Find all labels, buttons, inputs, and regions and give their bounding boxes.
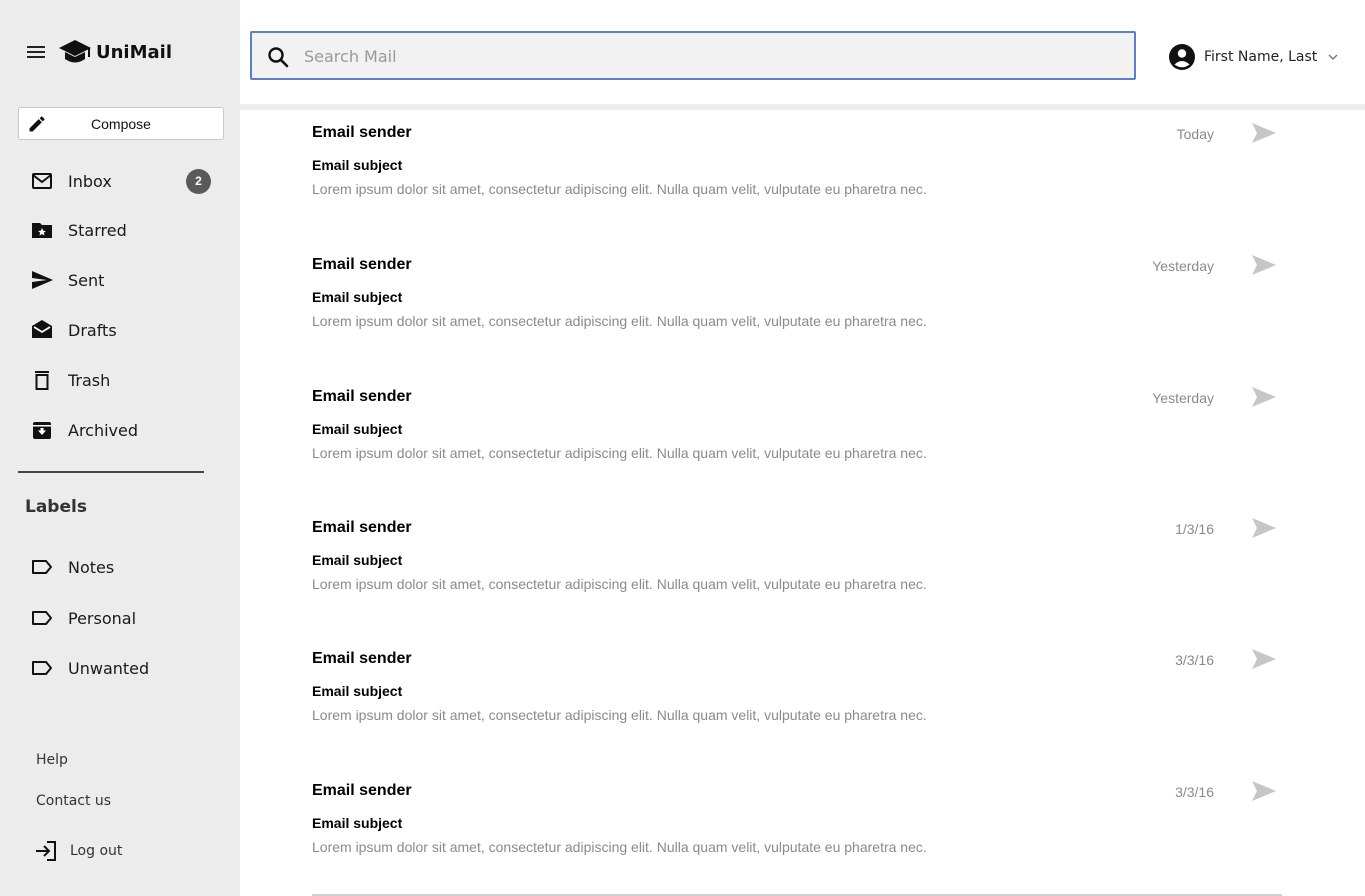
email-sender: Email sender	[312, 519, 412, 536]
email-preview: Lorem ipsum dolor sit amet, consectetur …	[312, 445, 927, 461]
sidebar-item-label: Trash	[68, 370, 111, 390]
email-preview: Lorem ipsum dolor sit amet, consectetur …	[312, 181, 927, 197]
sidebar-item-drafts[interactable]: Drafts	[30, 315, 225, 345]
search-icon	[268, 47, 289, 68]
label-icon	[32, 611, 52, 625]
labels-heading: Labels	[25, 497, 87, 517]
sidebar-item-label: Sent	[68, 270, 105, 290]
email-sender: Email sender	[312, 782, 412, 799]
logout-button[interactable]: Log out	[34, 839, 154, 865]
sidebar-item-label: Archived	[68, 420, 139, 440]
archive-icon	[33, 422, 51, 439]
header-divider	[240, 104, 1365, 110]
email-subject: Email subject	[312, 552, 403, 568]
mail-icon	[32, 173, 52, 189]
sidebar-item-label: Personal	[68, 608, 137, 628]
send-arrow-icon[interactable]	[1250, 120, 1278, 146]
email-sender: Email sender	[312, 124, 412, 141]
user-name: First Name, Last	[1204, 49, 1318, 65]
email-row[interactable]: Email sender Email subject Lorem ipsum d…	[240, 387, 1340, 498]
sidebar-item-label: Starred	[68, 220, 127, 240]
email-date: 1/3/16	[1175, 521, 1214, 537]
email-preview: Lorem ipsum dolor sit amet, consectetur …	[312, 576, 927, 592]
send-arrow-icon[interactable]	[1250, 384, 1278, 410]
trash-icon	[35, 371, 49, 390]
user-menu[interactable]: First Name, Last	[1168, 42, 1339, 72]
account-circle-icon	[1169, 44, 1195, 70]
search-input[interactable]	[304, 43, 1104, 69]
sidebar-item-archived[interactable]: Archived	[30, 415, 225, 445]
email-sender: Email sender	[312, 256, 412, 273]
compose-label: Compose	[91, 116, 151, 132]
send-arrow-icon[interactable]	[1250, 778, 1278, 804]
label-icon	[32, 560, 52, 574]
email-subject: Email subject	[312, 421, 403, 437]
email-date: 3/3/16	[1175, 784, 1214, 800]
email-row[interactable]: Email sender Email subject Lorem ipsum d…	[240, 781, 1340, 892]
email-date: 3/3/16	[1175, 652, 1214, 668]
sidebar-label-personal[interactable]: Personal	[30, 603, 225, 633]
contact-us-link[interactable]: Contact us	[36, 793, 111, 809]
unread-count-badge: 2	[186, 168, 211, 194]
send-icon	[32, 271, 53, 289]
send-arrow-icon[interactable]	[1250, 646, 1278, 672]
email-row[interactable]: Email sender Email subject Lorem ipsum d…	[240, 649, 1340, 760]
label-icon	[32, 661, 52, 675]
email-date: Today	[1176, 126, 1214, 142]
drafts-icon	[32, 320, 52, 338]
sidebar-item-trash[interactable]: Trash	[30, 365, 225, 395]
sidebar-item-label: Unwanted	[68, 658, 150, 678]
logout-label: Log out	[70, 843, 123, 859]
compose-button[interactable]: Compose	[18, 107, 224, 140]
app-name: UniMail	[96, 41, 172, 63]
sidebar-item-sent[interactable]: Sent	[30, 265, 225, 295]
top-bar: First Name, Last	[240, 0, 1365, 104]
email-subject: Email subject	[312, 683, 403, 699]
email-sender: Email sender	[312, 650, 412, 667]
email-row[interactable]: Email sender Email subject Lorem ipsum d…	[240, 123, 1340, 234]
sidebar: UniMail Compose Inbox 2 Starred Sent Dra…	[0, 0, 240, 896]
sidebar-label-notes[interactable]: Notes	[30, 552, 225, 582]
sidebar-item-label: Notes	[68, 557, 115, 577]
starred-folder-icon	[32, 223, 52, 238]
sidebar-item-label: Inbox	[68, 171, 112, 191]
sidebar-item-label: Drafts	[68, 320, 117, 340]
brand: UniMail	[26, 37, 172, 67]
email-row[interactable]: Email sender Email subject Lorem ipsum d…	[240, 255, 1340, 366]
send-arrow-icon[interactable]	[1250, 515, 1278, 541]
sidebar-item-inbox[interactable]: Inbox 2	[30, 166, 225, 196]
logout-icon	[36, 841, 56, 861]
email-date: Yesterday	[1152, 258, 1214, 274]
email-preview: Lorem ipsum dolor sit amet, consectetur …	[312, 313, 927, 329]
sidebar-label-unwanted[interactable]: Unwanted	[30, 653, 225, 683]
email-preview: Lorem ipsum dolor sit amet, consectetur …	[312, 839, 927, 855]
chevron-down-icon	[1328, 54, 1338, 60]
send-arrow-icon[interactable]	[1250, 252, 1278, 278]
email-sender: Email sender	[312, 388, 412, 405]
hamburger-menu-icon[interactable]	[26, 44, 46, 60]
sidebar-item-starred[interactable]: Starred	[30, 215, 225, 245]
search-bar[interactable]	[250, 31, 1136, 80]
sidebar-divider	[18, 471, 204, 473]
email-subject: Email subject	[312, 157, 403, 173]
email-row[interactable]: Email sender Email subject Lorem ipsum d…	[240, 518, 1340, 629]
help-link[interactable]: Help	[36, 752, 68, 768]
email-date: Yesterday	[1152, 390, 1214, 406]
email-subject: Email subject	[312, 289, 403, 305]
email-subject: Email subject	[312, 815, 403, 831]
graduation-cap-logo-icon	[59, 40, 91, 63]
email-preview: Lorem ipsum dolor sit amet, consectetur …	[312, 707, 927, 723]
